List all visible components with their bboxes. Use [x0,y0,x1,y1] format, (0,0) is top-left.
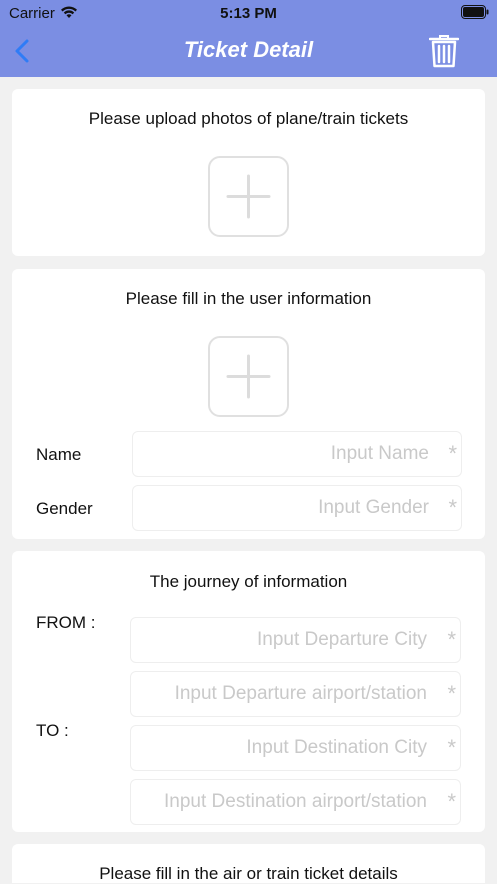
journey-title: The journey of information [149,572,348,591]
header: Carrier 5:13 PM Ticket Detail [0,0,497,77]
destination-city-field[interactable]: * [130,725,461,771]
trash-icon[interactable] [429,34,459,68]
to-label: TO : [36,721,69,740]
page-title: Ticket Detail [183,37,314,62]
clock: 5:13 PM [220,5,277,22]
ticket-details-title: Please fill in the air or train ticket d… [99,864,398,883]
ticket-photo-upload-button[interactable] [208,156,289,237]
user-info-card: Please fill in the user information Name… [12,269,485,539]
user-photo-upload-button[interactable] [208,336,289,417]
name-label: Name [36,445,82,464]
name-input[interactable] [139,432,429,476]
ticket-photo-card: Please upload photos of plane/train tick… [12,89,485,256]
ticket-photo-title: Please upload photos of plane/train tick… [88,109,409,128]
nav-bar: Ticket Detail [0,26,497,77]
departure-city-input[interactable] [137,618,427,662]
gender-label: Gender [36,499,93,518]
ticket-details-card: Please fill in the air or train ticket d… [12,844,485,883]
status-bar: Carrier 5:13 PM [0,0,497,26]
plus-icon [226,174,271,219]
required-mark: * [447,735,456,760]
departure-city-field[interactable]: * [130,617,461,663]
gender-field[interactable]: * [132,485,462,531]
required-mark: * [447,627,456,652]
required-mark: * [447,681,456,706]
journey-card: The journey of information FROM : * * TO… [12,551,485,832]
required-mark: * [447,789,456,814]
battery-icon [461,5,489,19]
required-mark: * [448,441,457,466]
departure-station-input[interactable] [137,672,427,716]
destination-station-input[interactable] [137,780,427,824]
destination-station-field[interactable]: * [130,779,461,825]
departure-station-field[interactable]: * [130,671,461,717]
gender-input[interactable] [139,486,429,530]
destination-city-input[interactable] [137,726,427,770]
plus-icon [226,354,271,399]
user-info-title: Please fill in the user information [125,289,372,308]
from-label: FROM : [36,613,96,632]
required-mark: * [448,495,457,520]
name-field[interactable]: * [132,431,462,477]
